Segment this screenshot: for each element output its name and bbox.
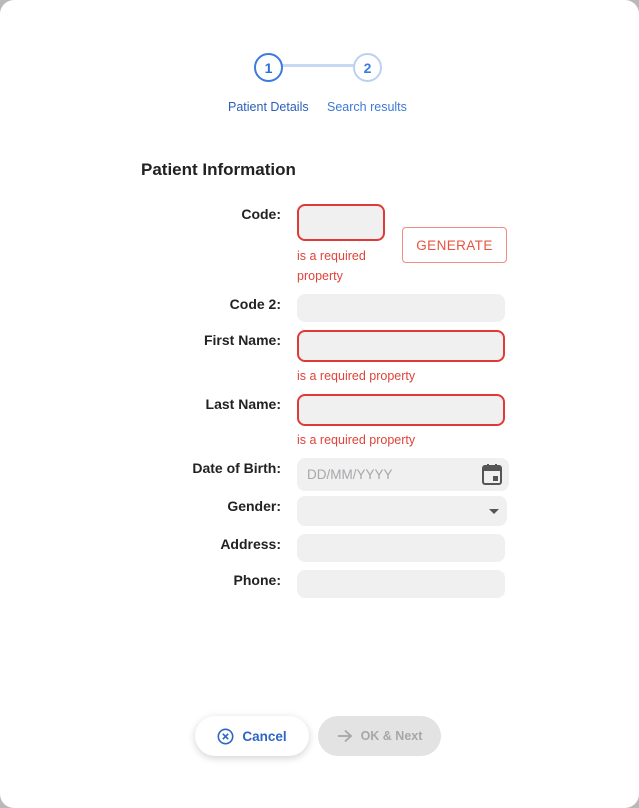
last-name-error: is a required property [297, 433, 416, 447]
code-label: Code: [241, 206, 281, 222]
ok-next-button[interactable]: OK & Next [318, 716, 441, 756]
arrow-right-icon [337, 729, 352, 743]
first-name-label: First Name: [203, 332, 281, 348]
cancel-button[interactable]: Cancel [195, 716, 309, 756]
section-title: Patient Information [141, 160, 296, 179]
stepper-connector [282, 64, 354, 67]
circle-x-icon [217, 728, 234, 744]
step-2-label[interactable]: Search results [327, 100, 407, 114]
step-2-circle[interactable]: 2 [353, 53, 382, 82]
first-name-input[interactable] [297, 330, 505, 362]
generate-button[interactable]: GENERATE [402, 227, 507, 263]
step-1-circle[interactable]: 1 [254, 53, 283, 82]
code-error: is a required property [297, 249, 366, 283]
gender-label: Gender: [227, 498, 281, 514]
step-1-label[interactable]: Patient Details [228, 100, 309, 114]
last-name-input[interactable] [297, 394, 505, 426]
code2-input[interactable] [297, 294, 505, 322]
caret-down-icon [489, 509, 499, 514]
dob-placeholder: DD/MM/YYYY [307, 467, 393, 482]
phone-input[interactable] [297, 570, 505, 598]
address-input[interactable] [297, 534, 505, 562]
dob-input[interactable]: DD/MM/YYYY [297, 458, 509, 491]
code-input[interactable] [297, 204, 385, 241]
last-name-label: Last Name: [205, 396, 281, 412]
address-label: Address: [220, 536, 281, 552]
first-name-error: is a required property [297, 369, 416, 383]
calendar-icon[interactable] [482, 464, 502, 485]
ok-next-label: OK & Next [360, 729, 423, 743]
patient-dialog: 1 2 Patient Details Search results Patie… [0, 0, 639, 808]
gender-select[interactable] [297, 496, 507, 526]
dob-label: Date of Birth: [192, 460, 281, 476]
cancel-label: Cancel [242, 728, 287, 744]
phone-label: Phone: [233, 572, 281, 588]
code2-label: Code 2: [229, 296, 281, 312]
